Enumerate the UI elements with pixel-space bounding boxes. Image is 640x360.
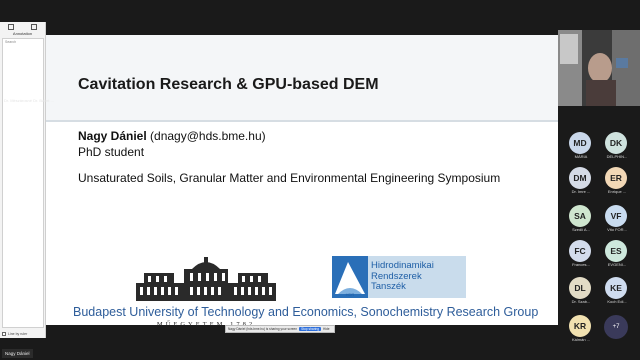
more-participants-button[interactable]: +7 (604, 315, 628, 339)
annotation-list: Search (2, 38, 44, 328)
slide-footer: Budapest University of Technology and Ec… (73, 305, 539, 319)
avatar: VF (605, 205, 627, 227)
author-role: PhD student (78, 145, 145, 159)
symposium-name: Unsaturated Soils, Granular Matter and E… (78, 171, 501, 185)
participant-tile[interactable]: ER Enrique ... (600, 167, 634, 201)
participant-tile[interactable]: ES EVGENI... (600, 240, 634, 274)
participant-tile[interactable]: DL Dr. Szab... (564, 277, 598, 311)
pen-tool-icon[interactable] (30, 24, 37, 30)
annotation-search[interactable]: Search (3, 39, 43, 45)
author-email: (dnagy@hds.bme.hu) (146, 129, 266, 143)
hdr-mark-text: HDR (346, 292, 355, 297)
avatar: MD (569, 132, 591, 154)
annotation-title: Annotation (12, 31, 33, 36)
shared-slide: Cavitation Research & GPU-based DEM Nagy… (46, 35, 558, 328)
participant-name: Koch Edi... (607, 299, 627, 304)
hdr-name: Hidrodinamikai Rendszerek Tanszék (368, 260, 434, 293)
video-feed (558, 30, 640, 106)
participant-tile[interactable]: DK DELPHIN... (600, 132, 634, 166)
participant-tile[interactable]: SA Szedli A... (564, 205, 598, 239)
participant-name: EVGENI... (607, 262, 627, 267)
slide-divider (46, 120, 558, 122)
avatar: ER (605, 167, 627, 189)
slide-title: Cavitation Research & GPU-based DEM (78, 76, 379, 93)
author-line: Nagy Dániel (dnagy@hds.bme.hu) (78, 129, 266, 143)
participant-name: Frances... (572, 262, 590, 267)
hdr-logo: HDR Hidrodinamikai Rendszerek Tanszék (332, 256, 466, 298)
meeting-window: Annotation Search Line by ruler Cavitati… (0, 0, 640, 360)
hdr-line: Tanszék (371, 281, 406, 293)
participant-name: Kálmán ... (571, 337, 590, 342)
annotation-panel: Annotation Search Line by ruler (0, 22, 46, 338)
avatar: DL (569, 277, 591, 299)
line-by-ruler-label: Line by ruler (8, 332, 28, 336)
annotation-footer: Line by ruler (2, 332, 27, 336)
participant-name: Enrique ... (607, 189, 627, 194)
participant-tile[interactable]: KR Kálmán ... (564, 315, 598, 349)
speaker-video-tile[interactable] (558, 30, 640, 106)
bme-building-logo (136, 257, 276, 301)
avatar: KR (569, 315, 591, 337)
annotation-toolbar (0, 22, 45, 30)
hdr-wave-icon: HDR (332, 256, 368, 298)
participant-name: DELPHIN... (606, 154, 628, 159)
author-name: Nagy Dániel (78, 129, 147, 143)
avatar: ES (605, 240, 627, 262)
participant-tile[interactable]: DM Dr. Imre ... (564, 167, 598, 201)
screen-share-banner: Nagy Dániel (hds.bme.hu) is sharing your… (225, 325, 335, 333)
line-by-ruler-checkbox[interactable] (2, 332, 6, 336)
participant-name: Szedli A... (572, 227, 590, 232)
participant-name: Dr. Imre ... (571, 189, 591, 194)
hide-banner-button[interactable]: Hide (323, 327, 330, 331)
self-name-tag: Nagy Dániel (2, 349, 33, 358)
participant-tile[interactable]: MD MÁRIA (564, 132, 598, 166)
participant-name: MÁRIA (574, 154, 588, 159)
share-status-text: Nagy Dániel (hds.bme.hu) is sharing your… (228, 327, 298, 331)
participant-tile[interactable]: FC Frances... (564, 240, 598, 274)
speaker-name: Dr. Mészárosné Dr. Bálint ... (4, 98, 54, 103)
participant-tile[interactable]: VF Vito FOR... (600, 205, 634, 239)
avatar: SA (569, 205, 591, 227)
avatar: KE (605, 277, 627, 299)
participant-tile[interactable]: KE Koch Edi... (600, 277, 634, 311)
avatar: DM (569, 167, 591, 189)
avatar: FC (569, 240, 591, 262)
participant-name: Vito FOR... (607, 227, 627, 232)
avatar: DK (605, 132, 627, 154)
stop-sharing-button[interactable]: Stop sharing (299, 327, 322, 331)
select-tool-icon[interactable] (8, 24, 15, 30)
participant-name: Dr. Szab... (571, 299, 591, 304)
